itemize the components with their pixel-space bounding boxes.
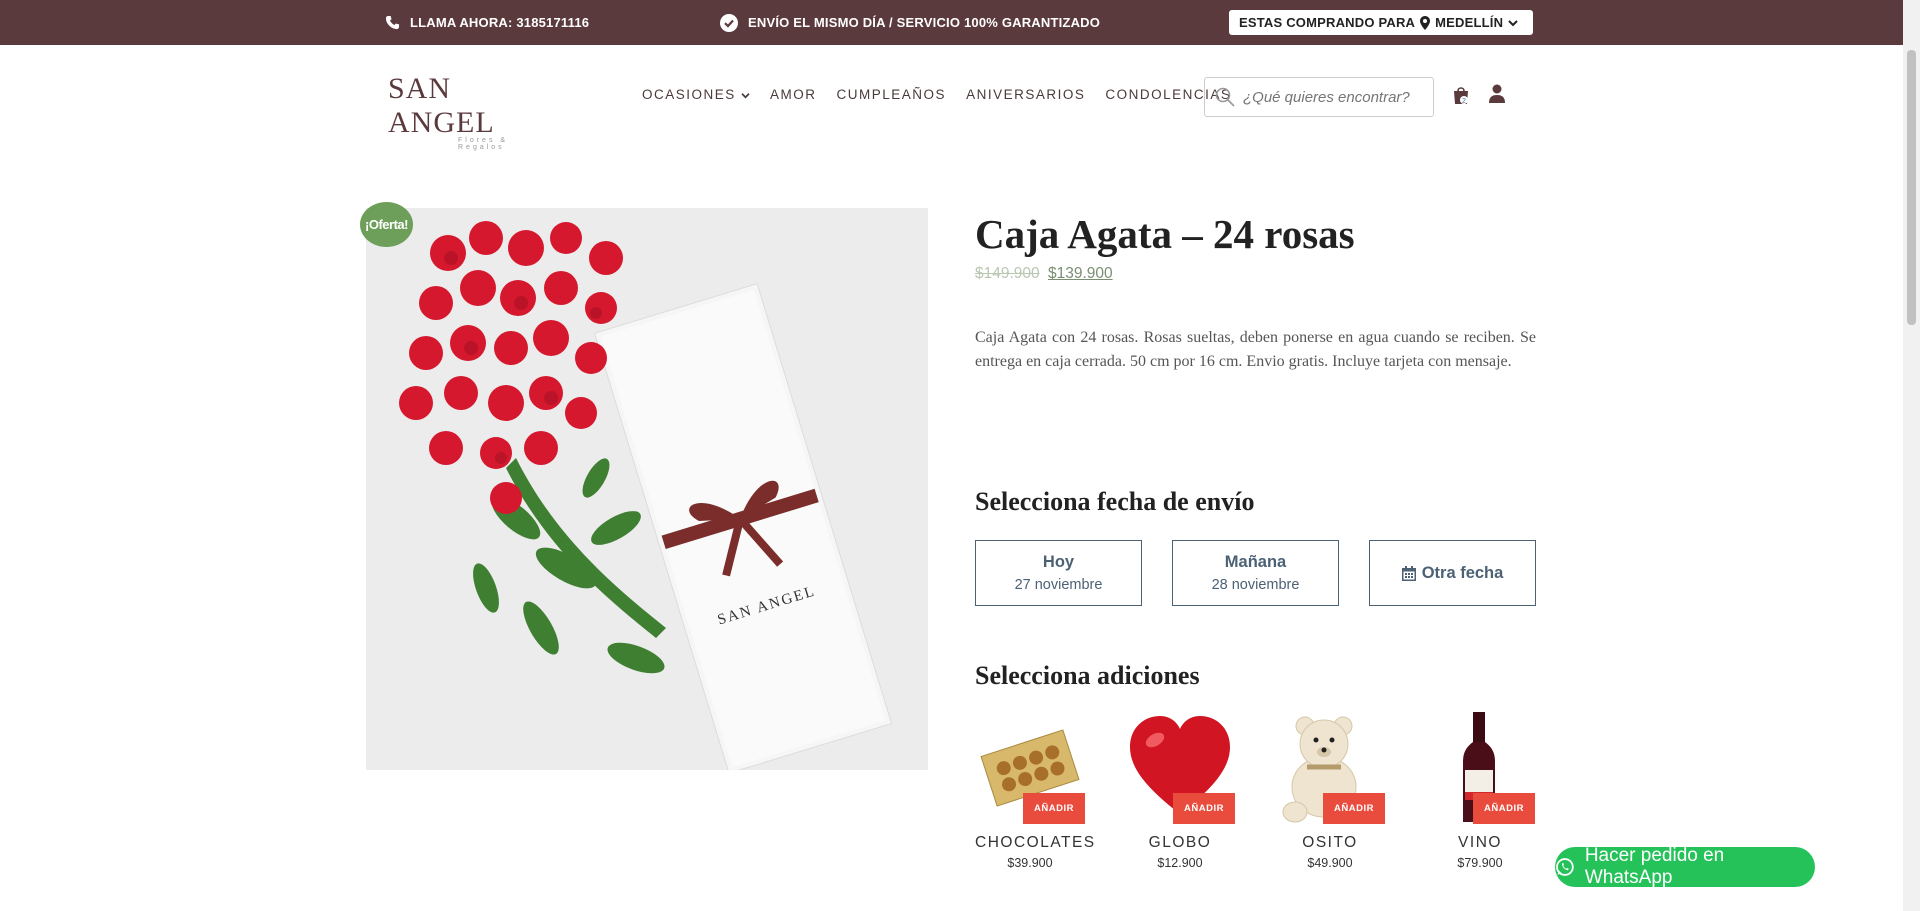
addon-globo: AÑADIR GLOBO $12.900 (1125, 712, 1235, 870)
sale-badge: ¡Oferta! (360, 202, 413, 247)
add-button[interactable]: AÑADIR (1023, 793, 1085, 824)
date-option-tomorrow[interactable]: Mañana 28 noviembre (1172, 540, 1339, 606)
whatsapp-icon (1556, 858, 1574, 876)
old-price: $149.900 (975, 265, 1040, 282)
delivery-heading: Selecciona fecha de envío (975, 487, 1255, 516)
nav-ocasiones[interactable]: OCASIONES (642, 87, 750, 102)
date-option-date: 27 noviembre (1014, 577, 1103, 593)
city-selector[interactable]: ESTAS COMPRANDO PARA MEDELLÍN (1229, 10, 1534, 35)
shipping-notice: ENVÍO EL MISMO DÍA / SERVICIO 100% GARAN… (720, 0, 1100, 45)
buying-for-label: ESTAS COMPRANDO PARA (1239, 15, 1416, 30)
addon-price: $79.900 (1457, 856, 1503, 870)
date-option-label: Mañana (1224, 553, 1287, 571)
user-icon (1489, 84, 1505, 103)
map-pin-icon (1420, 15, 1431, 30)
search-icon (1215, 87, 1235, 107)
addon-name: CHOCOLATES (975, 834, 1096, 851)
addons-heading: Selecciona adiciones (975, 661, 1200, 690)
phone-link[interactable]: LLAMA AHORA: 3185171116 (385, 0, 589, 45)
addon-image[interactable]: AÑADIR (1275, 712, 1385, 824)
logo[interactable]: SAN ANGEL Flores & Regalos (388, 72, 558, 151)
whatsapp-label: Hacer pedido en WhatsApp (1584, 845, 1725, 888)
check-circle-icon (720, 13, 738, 32)
addon-chocolates: AÑADIR CHOCOLATES $39.900 (975, 712, 1096, 870)
addon-name: VINO (1458, 834, 1502, 851)
logo-name: SAN ANGEL (388, 72, 495, 139)
addon-name: OSITO (1302, 834, 1358, 851)
top-bar: LLAMA AHORA: 3185171116 ENVÍO EL MISMO D… (0, 0, 1920, 45)
product-image[interactable]: SAN ANGEL (366, 208, 928, 770)
logo-subtitle: Flores & Regalos (458, 137, 509, 151)
scrollbar-thumb[interactable] (1907, 50, 1916, 325)
date-other-label: Otra fecha (1421, 563, 1504, 582)
search-box (1204, 77, 1434, 117)
whatsapp-order-button[interactable]: Hacer pedido en WhatsApp (1555, 845, 1815, 888)
add-button[interactable]: AÑADIR (1323, 793, 1385, 824)
addon-price: $12.900 (1157, 856, 1203, 870)
addon-vino: AÑADIR VINO $79.900 (1425, 712, 1535, 870)
addon-image[interactable]: AÑADIR (1425, 712, 1535, 824)
scrollbar[interactable] (1903, 0, 1920, 911)
date-option-today[interactable]: Hoy 27 noviembre (975, 540, 1142, 606)
addons-list: AÑADIR CHOCOLATES $39.900 AÑADIR GLOBO $… (975, 712, 1535, 870)
phone-icon (385, 15, 400, 30)
rose-box-illustration: SAN ANGEL (366, 208, 928, 770)
account-button[interactable] (1488, 84, 1506, 109)
city-name: MEDELLÍN (1435, 15, 1504, 30)
chevron-down-icon (1508, 19, 1518, 26)
addon-price: $39.900 (1007, 856, 1053, 870)
addon-image[interactable]: AÑADIR (1125, 712, 1235, 824)
nav-amor[interactable]: AMOR (770, 87, 817, 102)
add-button[interactable]: AÑADIR (1473, 793, 1535, 824)
product-description: Caja Agata con 24 rosas. Rosas sueltas, … (975, 329, 1536, 370)
date-option-other[interactable]: Otra fecha (1369, 540, 1536, 606)
add-button[interactable]: AÑADIR (1173, 793, 1235, 824)
cart-count: 2 (1462, 98, 1466, 105)
shopping-bag-icon: 2 (1454, 87, 1468, 105)
calendar-icon (1401, 565, 1416, 581)
shipping-text: ENVÍO EL MISMO DÍA / SERVICIO 100% GARAN… (748, 15, 1101, 30)
main-nav: OCASIONES AMOR CUMPLEAÑOS ANIVERSARIOS C… (642, 87, 1251, 102)
cart-button[interactable]: 2 (1452, 85, 1470, 110)
addon-image[interactable]: AÑADIR (975, 712, 1085, 824)
product-title: Caja Agata – 24 rosas (975, 211, 1355, 257)
addon-price: $49.900 (1307, 856, 1353, 870)
date-option-date: 28 noviembre (1211, 577, 1300, 593)
date-option-label: Hoy (1042, 553, 1075, 571)
addon-name: GLOBO (1148, 834, 1212, 851)
search-input[interactable] (1243, 88, 1423, 106)
nav-cumpleanos[interactable]: CUMPLEAÑOS (837, 87, 947, 102)
phone-text: LLAMA AHORA: 3185171116 (410, 15, 590, 30)
price-block: $149.900 $139.900 (975, 265, 1113, 283)
chevron-down-icon (741, 93, 750, 99)
sale-price: $139.900 (1047, 265, 1113, 282)
nav-ocasiones-label: OCASIONES (642, 87, 736, 102)
delivery-options: Hoy 27 noviembre Mañana 28 noviembre Otr… (975, 540, 1536, 606)
addon-osito: AÑADIR OSITO $49.900 (1275, 712, 1385, 870)
nav-aniversarios[interactable]: ANIVERSARIOS (966, 87, 1085, 102)
